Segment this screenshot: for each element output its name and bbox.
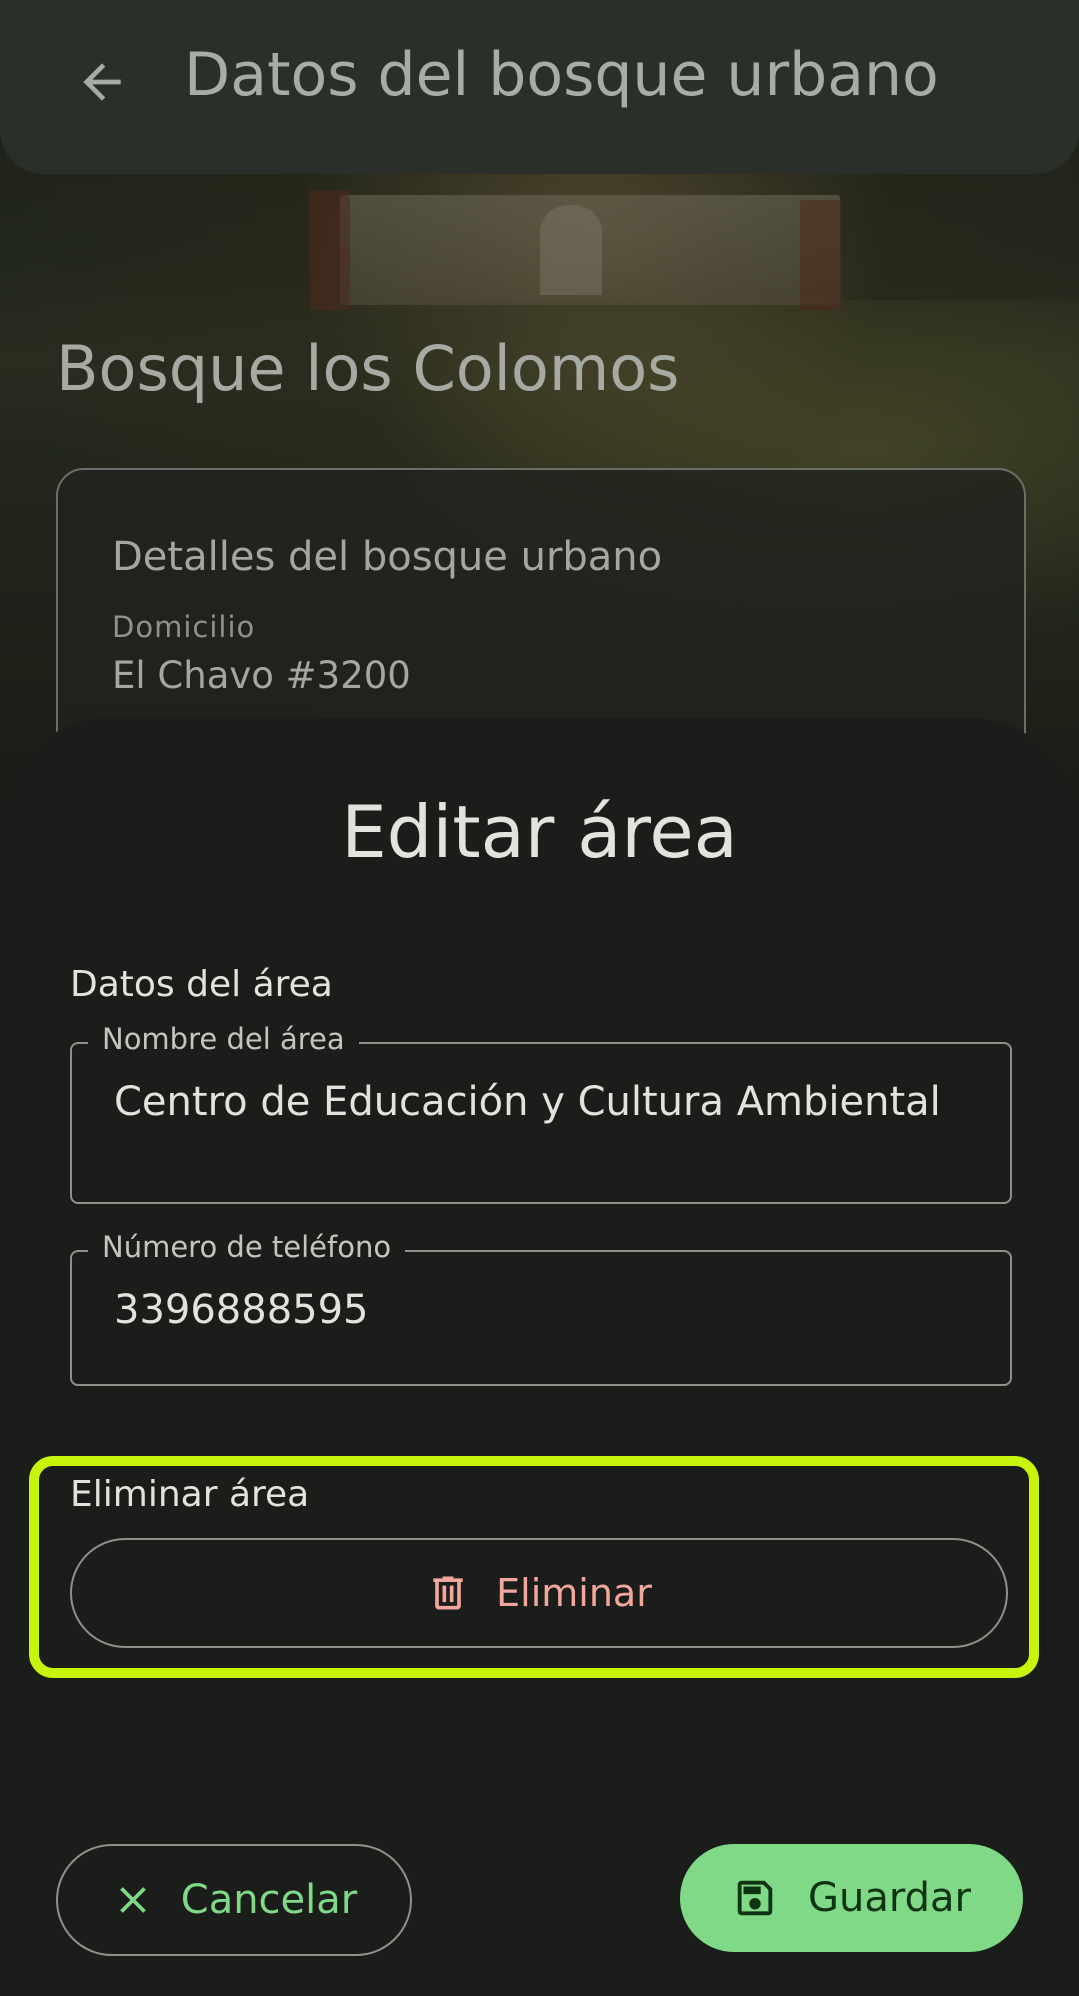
trash-icon bbox=[433, 1576, 463, 1610]
address-label: Domicilio bbox=[112, 610, 256, 644]
phone-label: Número de teléfono bbox=[88, 1230, 406, 1264]
delete-button-label: Eliminar bbox=[496, 1571, 652, 1615]
edit-area-sheet: Editar área Datos del área Nombre del ár… bbox=[0, 718, 1079, 1996]
close-icon bbox=[119, 1887, 146, 1913]
area-name-label: Nombre del área bbox=[88, 1022, 359, 1056]
address-line-1: El Chavo #3200 bbox=[112, 654, 411, 697]
save-icon bbox=[737, 1880, 773, 1916]
back-button[interactable] bbox=[62, 42, 142, 122]
area-name-field[interactable]: Nombre del área Centro de Educación y Cu… bbox=[70, 1022, 1012, 1204]
screen: Datos del bosque urbano Bosque los Colom… bbox=[0, 0, 1079, 1996]
area-name-value: Centro de Educación y Cultura Ambiental bbox=[114, 1079, 941, 1125]
page-title: Datos del bosque urbano bbox=[184, 40, 939, 110]
sheet-title: Editar área bbox=[341, 790, 738, 874]
forest-name: Bosque los Colomos bbox=[56, 332, 680, 405]
phone-value: 3396888595 bbox=[114, 1287, 369, 1333]
delete-button[interactable]: Eliminar bbox=[70, 1538, 1008, 1648]
cancel-button-label: Cancelar bbox=[180, 1877, 358, 1923]
save-button[interactable]: Guardar bbox=[680, 1844, 1023, 1952]
area-data-section-label: Datos del área bbox=[70, 964, 333, 1005]
details-card-title: Detalles del bosque urbano bbox=[112, 534, 663, 580]
top-app-bar: Datos del bosque urbano bbox=[0, 0, 1079, 174]
save-button-label: Guardar bbox=[808, 1875, 971, 1921]
cancel-button[interactable]: Cancelar bbox=[56, 1844, 412, 1956]
arrow-left-icon bbox=[83, 63, 121, 101]
phone-field[interactable]: Número de teléfono 3396888595 bbox=[70, 1230, 1012, 1386]
